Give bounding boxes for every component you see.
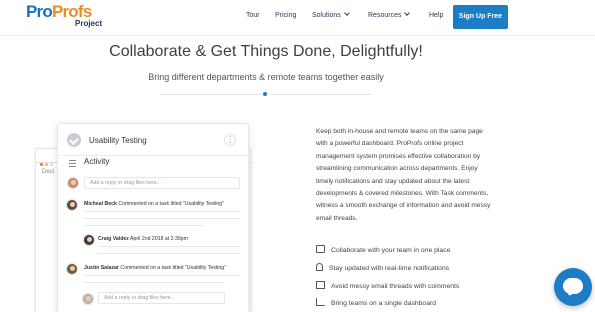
comment-line <box>84 211 240 212</box>
list-icon <box>69 160 76 169</box>
avatar <box>66 199 78 211</box>
description-paragraph: Keep both in-house and remote teams on t… <box>316 128 491 222</box>
nav-pricing-link[interactable]: Pricing <box>275 12 296 19</box>
divider-left <box>160 94 260 95</box>
reply-date: April 2nd 2018 at 2:30pm <box>130 236 188 242</box>
comment-line <box>84 282 224 283</box>
task-activity-card: Usability Testing ⋮ Activity Add a reply… <box>57 123 249 312</box>
reply-item: Craig Valdez April 2nd 2018 at 2:30pm <box>98 236 188 242</box>
feature-label: Avoid messy email threads with comments <box>331 282 460 290</box>
logo-subtitle: Project <box>75 19 103 28</box>
hero-subtitle: Bring different departments & remote tea… <box>148 72 384 82</box>
avatar <box>67 177 79 189</box>
chat-bubble-icon <box>563 278 583 297</box>
nav-solutions-label: Solutions <box>312 12 341 19</box>
avatar <box>82 293 94 305</box>
dashboard-chart-icon <box>316 298 325 306</box>
comment-line <box>98 246 240 247</box>
comment-line <box>98 253 240 254</box>
feature-item: Avoid messy email threads with comments <box>316 281 460 290</box>
nav-resources-label: Resources <box>368 12 402 19</box>
logo-text-pro: Pro <box>26 2 53 21</box>
feature-item: Stay updated with real-time notification… <box>316 263 450 272</box>
sign-up-free-button[interactable]: Sign Up Free <box>453 5 508 29</box>
nav-solutions-dropdown[interactable]: Solutions <box>312 10 350 19</box>
divider-right <box>271 94 371 95</box>
reply-input[interactable]: Add a reply or drag files here... <box>98 292 225 304</box>
comment-line <box>84 218 240 219</box>
comment-author: Micheal Beck <box>84 201 117 207</box>
live-chat-button[interactable] <box>554 268 592 306</box>
comment-text: Commented on a task titled "Usability Te… <box>120 265 226 271</box>
comment-item: Micheal Beck Commented on a task titled … <box>84 201 224 207</box>
feature-label: Bring teams on a single dashboard <box>331 299 437 307</box>
comment-author: Justin Salazar <box>84 265 119 271</box>
proprofs-project-logo[interactable]: ProProfs Project <box>26 3 106 31</box>
window-dot-gray <box>50 163 53 166</box>
comment-line <box>84 275 240 276</box>
reply-input[interactable]: Add a reply or drag files here... <box>84 177 240 189</box>
comment-text: Commented on a task titled "Usability Te… <box>118 201 224 207</box>
comment-line <box>84 225 204 226</box>
avatar <box>83 234 95 246</box>
feature-label: Stay updated with real-time notification… <box>329 264 450 272</box>
window-dot-yellow <box>45 163 48 166</box>
hero-title: Collaborate & Get Things Done, Delightfu… <box>109 43 423 60</box>
chat-dots <box>567 284 579 302</box>
feature-item: Bring teams on a single dashboard <box>316 298 437 307</box>
background-window-label: Desi <box>42 169 55 175</box>
window-dot-red <box>40 163 43 166</box>
reply-author: Craig Valdez <box>98 236 129 242</box>
envelope-icon <box>316 281 325 289</box>
top-header: ProProfs Project Tour Pricing Solutions … <box>0 0 595 36</box>
chevron-down-icon <box>404 10 411 16</box>
feature-item: Collaborate with your team in one place <box>316 245 451 254</box>
comment-item: Justin Salazar Commented on a task title… <box>84 265 226 271</box>
divider-dot <box>263 92 267 96</box>
task-title: Usability Testing <box>89 136 147 145</box>
nav-tour-link[interactable]: Tour <box>246 12 260 19</box>
feature-label: Collaborate with your team in one place <box>331 246 451 254</box>
activity-heading: Activity <box>84 157 110 166</box>
chat-icon <box>316 245 325 253</box>
nav-resources-dropdown[interactable]: Resources <box>368 10 411 19</box>
chevron-down-icon <box>343 10 350 16</box>
card-divider <box>58 155 248 156</box>
bell-icon <box>316 263 323 271</box>
more-options-icon[interactable]: ⋮ <box>224 134 236 146</box>
avatar <box>66 263 78 275</box>
nav-help-link[interactable]: Help <box>429 12 443 19</box>
task-complete-check-icon[interactable] <box>67 133 81 147</box>
